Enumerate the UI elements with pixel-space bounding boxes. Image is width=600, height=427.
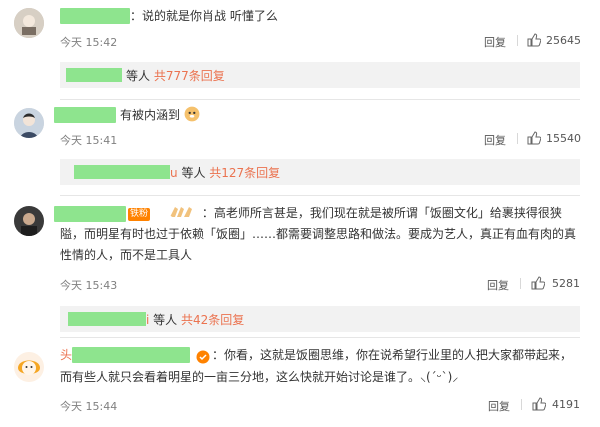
comment-text: ：说的就是你肖战 听懂了么 — [130, 9, 278, 23]
verified-badge-icon — [196, 350, 210, 364]
like-count: 5281 — [552, 277, 580, 290]
like-count: 25645 — [546, 34, 581, 47]
comment-text-line-1: ：你看，这就是饭圈思维，你在说希望行业里的人把大家都带起来， — [212, 348, 573, 362]
thumbs-up-icon[interactable] — [527, 131, 541, 145]
avatar-image-icon — [14, 352, 44, 382]
avatar[interactable] — [14, 206, 44, 236]
divider — [517, 133, 518, 144]
redacted-username — [68, 312, 146, 326]
comment-time: 今天 15:41 — [60, 134, 118, 147]
redacted-username[interactable] — [54, 107, 116, 123]
sub-who: 等人 — [153, 313, 178, 327]
comment-2: 有被内涵到 今天 15:41 回复 15540 u 等人 共127条回复 — [0, 100, 600, 196]
redacted-username[interactable] — [72, 347, 190, 363]
reply-button[interactable]: 回复 — [487, 277, 509, 293]
comment-4: 头 ：你看，这就是饭圈思维，你在说希望行业里的人把大家都带起来， 而有些人就只会… — [0, 338, 600, 427]
sub-reply-summary[interactable]: i 等人 共42条回复 — [146, 311, 244, 328]
sub-replies[interactable]: u 等人 共127条回复 — [60, 159, 580, 185]
username-prefix: 头 — [60, 348, 73, 362]
thumbs-up-icon[interactable] — [531, 276, 545, 290]
sub-who: 等人 — [126, 69, 151, 83]
reply-button[interactable]: 回复 — [484, 34, 506, 50]
like-count: 15540 — [546, 132, 581, 145]
sub-count[interactable]: 共127条回复 — [209, 166, 280, 180]
reply-button[interactable]: 回复 — [484, 132, 506, 148]
like-count: 4191 — [552, 398, 580, 411]
clap-emoji-icon — [170, 207, 192, 217]
comment-1: ：说的就是你肖战 听懂了么 今天 15:42 回复 25645 等人 共777条… — [0, 0, 600, 100]
sub-reply-summary[interactable]: u 等人 共127条回复 — [170, 164, 280, 181]
fan-badge: 铁粉 — [128, 208, 151, 221]
sub-suffix: u — [170, 166, 178, 180]
divider — [521, 399, 522, 410]
doge-emoji-icon — [184, 106, 200, 122]
thumbs-up-icon[interactable] — [532, 397, 546, 411]
reply-button[interactable]: 回复 — [488, 398, 510, 414]
avatar-image-icon — [14, 8, 44, 38]
comment-3: 铁粉 ：高老师所言甚是，我们现在就是被所谓「饭圈文化」给裹挟得很狭 隘，而明星有… — [0, 196, 600, 338]
comment-time: 今天 15:43 — [60, 279, 118, 292]
divider — [520, 278, 521, 289]
redacted-username — [74, 165, 170, 179]
comment-time: 今天 15:42 — [60, 36, 118, 49]
comment-text: 有被内涵到 — [120, 105, 200, 126]
redacted-username[interactable] — [60, 8, 130, 24]
avatar-image-icon — [14, 108, 44, 138]
redacted-username — [66, 68, 122, 82]
comment-text-line-2: 隘，而明星有时也过于依赖「饭圈」……都需要调整思路和做法。要成为艺人，真正有血有… — [60, 227, 577, 241]
comment-text-line-1: ：高老师所言甚是，我们现在就是被所谓「饭圈文化」给裹挟得很狭 — [168, 203, 562, 224]
avatar[interactable] — [14, 352, 44, 382]
sub-count[interactable]: 共42条回复 — [181, 313, 244, 327]
avatar-image-icon — [14, 206, 44, 236]
sub-reply-summary[interactable]: 等人 共777条回复 — [126, 67, 225, 84]
sub-suffix: i — [146, 313, 150, 327]
sub-count[interactable]: 共777条回复 — [154, 69, 225, 83]
avatar[interactable] — [14, 108, 44, 138]
redacted-username[interactable] — [54, 206, 126, 222]
sub-who: 等人 — [181, 166, 206, 180]
comment-time: 今天 15:44 — [60, 400, 118, 413]
comment-text-line-3: 性情的人，而不是工具人 — [60, 248, 193, 262]
avatar[interactable] — [14, 8, 44, 38]
thumbs-up-icon[interactable] — [527, 33, 541, 47]
divider — [517, 35, 518, 46]
sub-replies[interactable]: 等人 共777条回复 — [60, 62, 580, 88]
comment-text-line-2: 而有些人就只会看着明星的一亩三分地，这么快就开始讨论是谁了。⸜(ˊᵕˋ)⸝ — [60, 370, 459, 384]
sub-replies[interactable]: i 等人 共42条回复 — [60, 306, 580, 332]
